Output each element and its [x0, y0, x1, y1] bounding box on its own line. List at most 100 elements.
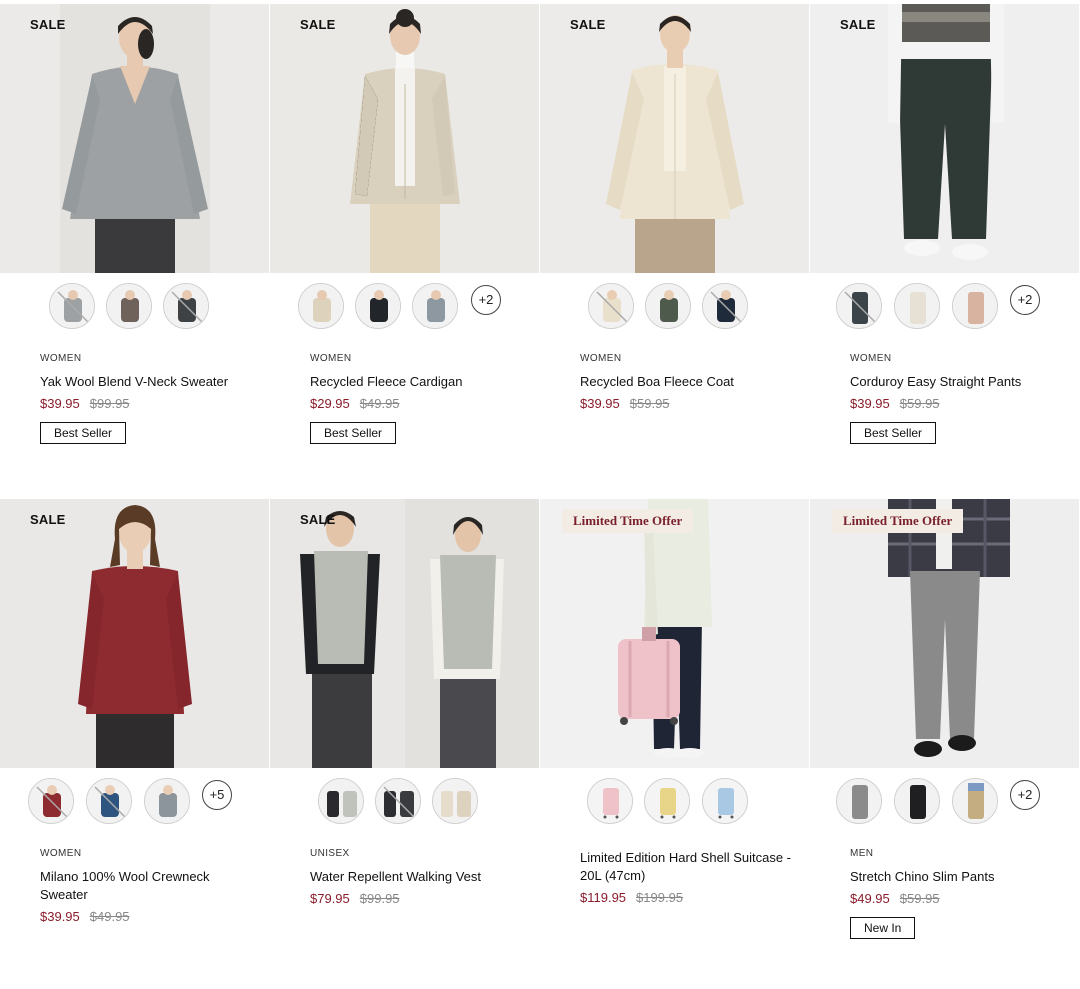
- color-swatch[interactable]: [952, 283, 998, 329]
- product-photo-graphic: [270, 4, 539, 273]
- product-info: WOMEN Corduroy Easy Straight Pants $39.9…: [850, 353, 1070, 444]
- swatch-thumbnail: [376, 779, 420, 823]
- product-price: $39.95 $59.95: [580, 396, 800, 411]
- product-card[interactable]: Limited Time Offer +2 MEN Stretch Chino …: [810, 499, 1079, 979]
- color-swatch[interactable]: [587, 778, 633, 824]
- product-price: $119.95 $199.95: [580, 890, 800, 905]
- product-price: $29.95 $49.95: [310, 396, 530, 411]
- color-swatch[interactable]: [86, 778, 132, 824]
- product-category: MEN: [850, 848, 874, 859]
- swatch-thumbnail: [837, 779, 881, 823]
- product-card[interactable]: SALE +2 WOMEN Corduroy Easy Straight Pan…: [810, 4, 1079, 484]
- product-name[interactable]: Limited Edition Hard Shell Suitcase - 20…: [580, 849, 800, 885]
- product-name[interactable]: Recycled Fleece Cardigan: [310, 373, 530, 391]
- more-colors-button[interactable]: +2: [1010, 285, 1040, 315]
- product-name[interactable]: Corduroy Easy Straight Pants: [850, 373, 1070, 391]
- product-card[interactable]: SALE WOMEN Recycled Boa Fleece Coat $39.…: [540, 4, 809, 484]
- swatch-thumbnail: [164, 284, 208, 328]
- sale-price: $39.95: [850, 396, 890, 411]
- product-name[interactable]: Water Repellent Walking Vest: [310, 868, 530, 886]
- limited-offer-tag: Limited Time Offer: [832, 509, 964, 533]
- more-colors-button[interactable]: +5: [202, 780, 232, 810]
- swatch-thumbnail: [589, 284, 633, 328]
- color-swatch[interactable]: [318, 778, 364, 824]
- product-card[interactable]: SALE UNISEX Water Repellent Walking Vest…: [270, 499, 539, 979]
- product-category: UNISEX: [310, 848, 350, 859]
- product-photo-graphic: [0, 4, 269, 273]
- color-swatch[interactable]: [163, 283, 209, 329]
- swatch-thumbnail: [299, 284, 343, 328]
- product-name[interactable]: Stretch Chino Slim Pants: [850, 868, 1070, 886]
- color-swatches: [0, 281, 269, 337]
- swatch-thumbnail: [319, 779, 363, 823]
- product-image[interactable]: SALE: [810, 4, 1079, 273]
- color-swatches: +2: [810, 776, 1079, 832]
- product-photo-graphic: [810, 4, 1079, 273]
- color-swatch[interactable]: [836, 283, 882, 329]
- product-price: $79.95 $99.95: [310, 891, 530, 906]
- sale-price: $119.95: [580, 890, 627, 905]
- color-swatch[interactable]: [412, 283, 458, 329]
- swatch-thumbnail: [953, 779, 997, 823]
- product-photo-graphic: [270, 499, 539, 768]
- color-swatch[interactable]: [375, 778, 421, 824]
- swatch-thumbnail: [646, 284, 690, 328]
- product-card[interactable]: SALE +2 WOMEN Recycled Fleece Cardigan $…: [270, 4, 539, 484]
- color-swatch[interactable]: [952, 778, 998, 824]
- original-price: $59.95: [899, 396, 940, 411]
- original-price: $49.95: [359, 396, 400, 411]
- product-card[interactable]: SALE WOMEN Yak Wool Blend V-Neck Sweater…: [0, 4, 269, 484]
- color-swatch[interactable]: [432, 778, 478, 824]
- more-colors-button[interactable]: +2: [1010, 780, 1040, 810]
- product-image[interactable]: SALE: [0, 499, 269, 768]
- product-image[interactable]: SALE: [270, 4, 539, 273]
- swatch-thumbnail: [356, 284, 400, 328]
- color-swatch[interactable]: [702, 283, 748, 329]
- sale-tag: SALE: [30, 17, 66, 32]
- product-photo-graphic: [540, 4, 809, 273]
- product-photo-graphic: [810, 499, 1079, 768]
- color-swatch[interactable]: [106, 283, 152, 329]
- product-image[interactable]: SALE: [0, 4, 269, 273]
- product-image[interactable]: Limited Time Offer: [810, 499, 1079, 768]
- color-swatch[interactable]: [28, 778, 74, 824]
- best-seller-badge: Best Seller: [40, 422, 127, 444]
- product-image[interactable]: SALE: [540, 4, 809, 273]
- product-image[interactable]: Limited Time Offer: [540, 499, 809, 768]
- swatch-thumbnail: [433, 779, 477, 823]
- color-swatch[interactable]: [894, 778, 940, 824]
- swatch-thumbnail: [87, 779, 131, 823]
- swatch-thumbnail: [837, 284, 881, 328]
- product-price: $49.95 $59.95: [850, 891, 1070, 906]
- product-name[interactable]: Recycled Boa Fleece Coat: [580, 373, 800, 391]
- product-card[interactable]: Limited Time Offer Limited Edition Hard …: [540, 499, 809, 979]
- sale-price: $39.95: [580, 396, 620, 411]
- product-name[interactable]: Yak Wool Blend V-Neck Sweater: [40, 373, 260, 391]
- color-swatch[interactable]: [298, 283, 344, 329]
- color-swatch[interactable]: [894, 283, 940, 329]
- color-swatch[interactable]: [144, 778, 190, 824]
- sale-tag: SALE: [840, 17, 876, 32]
- color-swatch[interactable]: [702, 778, 748, 824]
- product-info: WOMEN Milano 100% Wool Crewneck Sweater …: [40, 848, 260, 924]
- more-colors-button[interactable]: +2: [471, 285, 501, 315]
- product-info: WOMEN Yak Wool Blend V-Neck Sweater $39.…: [40, 353, 260, 444]
- sale-price: $29.95: [310, 396, 350, 411]
- sale-tag: SALE: [30, 512, 66, 527]
- color-swatch[interactable]: [588, 283, 634, 329]
- product-image[interactable]: SALE: [270, 499, 539, 768]
- color-swatch[interactable]: [645, 283, 691, 329]
- product-category: WOMEN: [850, 353, 892, 364]
- color-swatch[interactable]: [644, 778, 690, 824]
- swatch-thumbnail: [107, 284, 151, 328]
- color-swatch[interactable]: [49, 283, 95, 329]
- product-name[interactable]: Milano 100% Wool Crewneck Sweater: [40, 868, 260, 904]
- original-price: $199.95: [636, 890, 684, 905]
- product-info: Limited Edition Hard Shell Suitcase - 20…: [580, 849, 800, 905]
- color-swatch[interactable]: [836, 778, 882, 824]
- sale-price: $79.95: [310, 891, 350, 906]
- product-card[interactable]: SALE +5 WOMEN Milano 100% Wool Crewneck …: [0, 499, 269, 979]
- color-swatch[interactable]: [355, 283, 401, 329]
- swatch-thumbnail: [588, 779, 632, 823]
- color-swatches: +2: [270, 281, 539, 337]
